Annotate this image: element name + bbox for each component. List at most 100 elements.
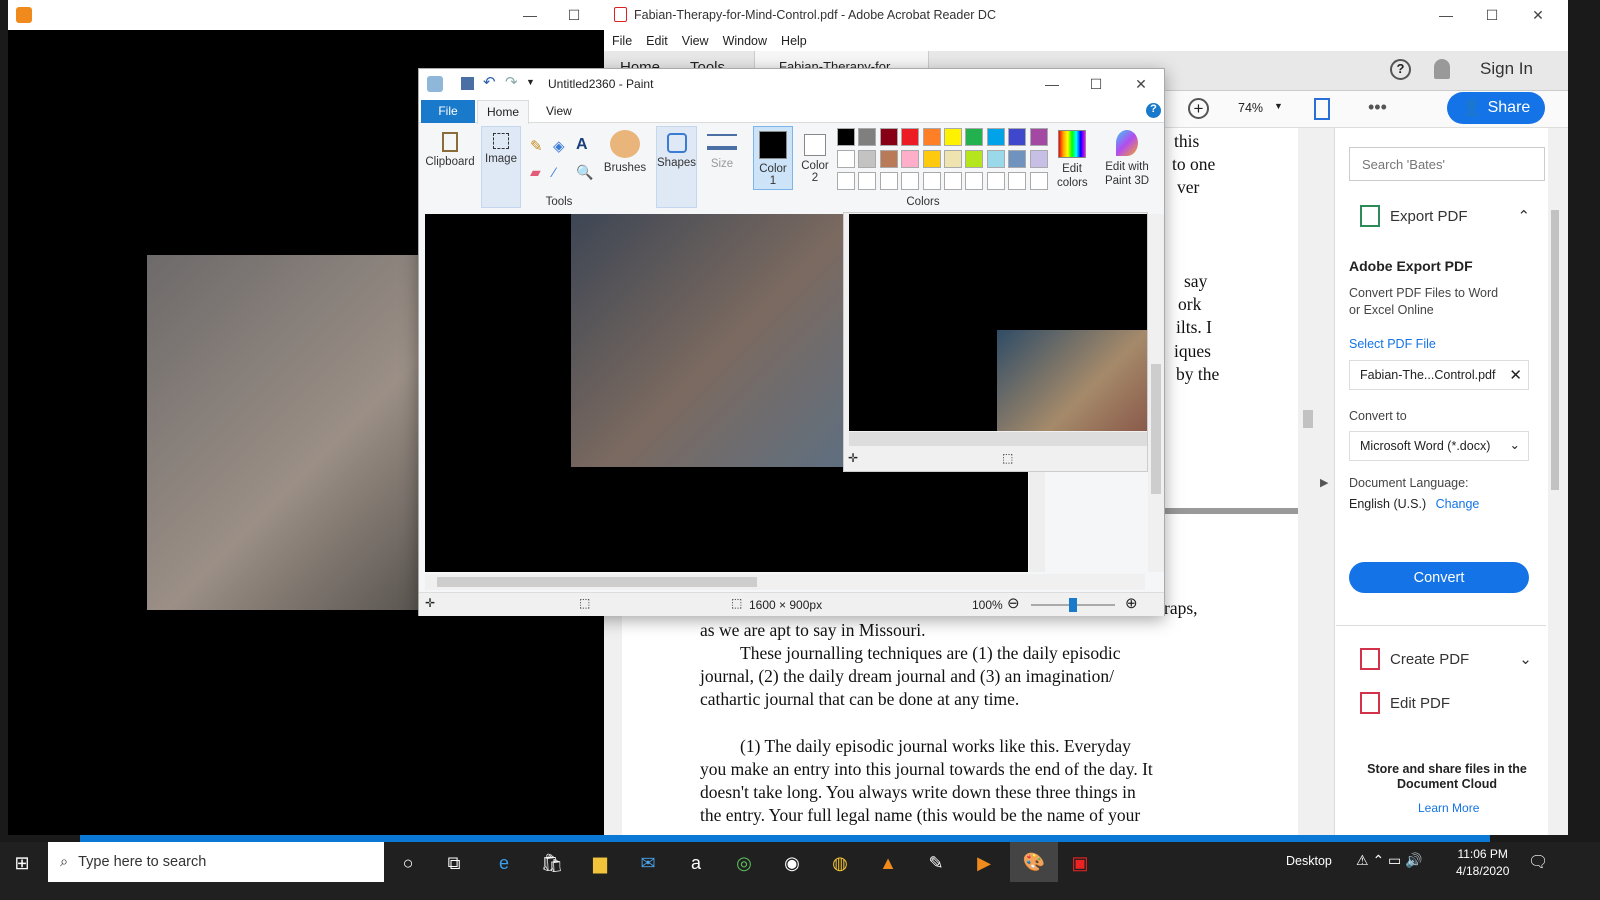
color-swatch[interactable]	[879, 150, 898, 168]
tab-home[interactable]: Home	[477, 100, 529, 124]
edit-pdf-tool[interactable]: Edit PDF	[1360, 692, 1450, 714]
minimize-button[interactable]: —	[1030, 69, 1074, 99]
zoom-level[interactable]: 74%	[1238, 101, 1263, 115]
color-swatch[interactable]	[965, 172, 984, 190]
menu-window[interactable]: Window	[723, 34, 767, 48]
color-swatch[interactable]	[965, 128, 984, 146]
pencil-icon[interactable]: ✎	[530, 137, 543, 155]
menu-file[interactable]: File	[612, 34, 632, 48]
color-swatch[interactable]	[944, 172, 962, 190]
color-swatch[interactable]	[837, 150, 855, 168]
paint-taskbar-icon[interactable]: 🎨	[1010, 842, 1058, 882]
canvas-h-scrollbar[interactable]	[425, 574, 1145, 590]
mail-icon[interactable]: ✉	[628, 846, 668, 880]
change-language-link[interactable]: Change	[1436, 497, 1480, 511]
minimize-button[interactable]: —	[1424, 0, 1468, 30]
more-icon[interactable]: •••	[1368, 97, 1387, 118]
color-swatch[interactable]	[922, 172, 941, 190]
zoom-in-button[interactable]: ⊕	[1125, 594, 1138, 612]
edit-colors-button[interactable]: Edit colors	[1052, 126, 1092, 190]
start-button[interactable]: ⊞	[2, 846, 42, 880]
redo-icon[interactable]: ↷	[505, 73, 518, 91]
brushes-button[interactable]: Brushes	[602, 126, 648, 174]
canvas-v-scrollbar[interactable]	[1148, 214, 1164, 572]
close-button[interactable]: ✕	[1119, 69, 1163, 99]
image-button[interactable]: Image	[481, 126, 521, 208]
color-swatch[interactable]	[879, 172, 898, 190]
panel-scrollbar[interactable]	[1548, 196, 1562, 736]
desktop-toolbar[interactable]: Desktop	[1286, 854, 1332, 868]
clipboard-button[interactable]: Clipboard	[424, 126, 476, 168]
color-swatch[interactable]	[986, 150, 1005, 168]
color-swatch[interactable]	[944, 128, 962, 146]
fit-page-icon[interactable]	[1314, 98, 1330, 120]
color-swatch[interactable]	[922, 150, 941, 168]
color-swatch[interactable]	[922, 128, 941, 146]
color-swatch[interactable]	[1008, 128, 1027, 146]
color-swatch[interactable]	[1029, 172, 1048, 190]
create-pdf-tool[interactable]: Create PDF ⌄	[1360, 648, 1532, 670]
color-swatch[interactable]	[901, 172, 920, 190]
system-tray-icons[interactable]: ⚠ ⌃ ▭ 🔊	[1356, 852, 1423, 869]
color-swatch[interactable]	[858, 172, 877, 190]
color-swatch[interactable]	[858, 128, 877, 146]
color-swatch[interactable]	[837, 128, 855, 146]
panel-collapse-icon[interactable]: ▶	[1320, 476, 1328, 489]
tab-file[interactable]: File	[421, 100, 475, 123]
chrome-icon[interactable]: ◍	[820, 846, 860, 880]
paint3d-button[interactable]: Edit with Paint 3D	[1101, 126, 1153, 188]
maximize-button[interactable]: ☐	[1074, 69, 1118, 99]
remove-file-icon[interactable]: ✕	[1509, 366, 1522, 384]
cortana-icon[interactable]: ○	[388, 846, 428, 880]
tab-view[interactable]: View	[546, 104, 572, 118]
eraser-icon[interactable]: ▰	[530, 164, 541, 181]
sign-in-link[interactable]: Sign In	[1480, 59, 1533, 79]
camera-app-icon[interactable]: ◉	[772, 846, 812, 880]
taskbar-search[interactable]: ⌕ Type here to search	[48, 842, 384, 882]
color-swatch[interactable]	[1029, 150, 1048, 168]
convert-button[interactable]: Convert	[1349, 562, 1529, 593]
color-swatch[interactable]	[944, 150, 962, 168]
bell-icon[interactable]	[1434, 59, 1450, 79]
color-swatch[interactable]	[1008, 172, 1027, 190]
notifications-icon[interactable]: 🗨	[1528, 852, 1548, 872]
minimize-button[interactable]: —	[508, 0, 552, 30]
color-swatch[interactable]	[1029, 128, 1048, 146]
vlc-icon[interactable]: ▲	[868, 846, 908, 880]
menu-view[interactable]: View	[682, 34, 709, 48]
color-swatch[interactable]	[986, 128, 1005, 146]
help-icon[interactable]: ?	[1146, 103, 1161, 118]
magnifier-icon[interactable]: 🔍	[576, 164, 593, 181]
size-button[interactable]: Size	[704, 126, 740, 170]
acrobat-taskbar-icon[interactable]: ▣	[1060, 846, 1100, 880]
select-file-link[interactable]: Select PDF File	[1349, 337, 1436, 351]
color-swatch[interactable]	[858, 150, 877, 168]
color-swatch[interactable]	[1008, 150, 1027, 168]
share-button[interactable]: 👤 Share	[1447, 92, 1545, 124]
menu-help[interactable]: Help	[781, 34, 807, 48]
color1-button[interactable]: Color 1	[753, 126, 793, 190]
store-icon[interactable]: 🛍	[532, 846, 572, 880]
task-view-icon[interactable]: ⧉	[434, 846, 474, 880]
color2-button[interactable]: Color 2	[797, 126, 833, 184]
color-swatch[interactable]	[901, 150, 920, 168]
tripadvisor-icon[interactable]: ◎	[724, 846, 764, 880]
chevron-down-icon[interactable]: ▼	[1274, 101, 1283, 111]
color-swatch[interactable]	[901, 128, 920, 146]
zoom-in-icon[interactable]: +	[1188, 98, 1209, 119]
file-explorer-icon[interactable]: ▆	[580, 846, 620, 880]
search-input[interactable]	[1349, 147, 1545, 181]
media-player-icon[interactable]: ▶	[964, 846, 1004, 880]
color-swatch[interactable]	[965, 150, 984, 168]
maximize-button[interactable]: ☐	[552, 0, 596, 30]
close-button[interactable]: ✕	[1516, 0, 1560, 30]
export-pdf-tool[interactable]: Export PDF ⌃	[1360, 205, 1530, 227]
shapes-button[interactable]: Shapes	[656, 126, 697, 208]
learn-more-link[interactable]: Learn More	[1418, 801, 1479, 815]
format-select[interactable]: Microsoft Word (*.docx) ⌄	[1349, 431, 1529, 461]
color-swatch[interactable]	[837, 172, 855, 190]
color-swatch[interactable]	[879, 128, 898, 146]
edge-icon[interactable]: e	[484, 846, 524, 880]
clock[interactable]: 11:06 PM 4/18/2020	[1456, 846, 1509, 880]
app-icon[interactable]: ✎	[916, 846, 956, 880]
